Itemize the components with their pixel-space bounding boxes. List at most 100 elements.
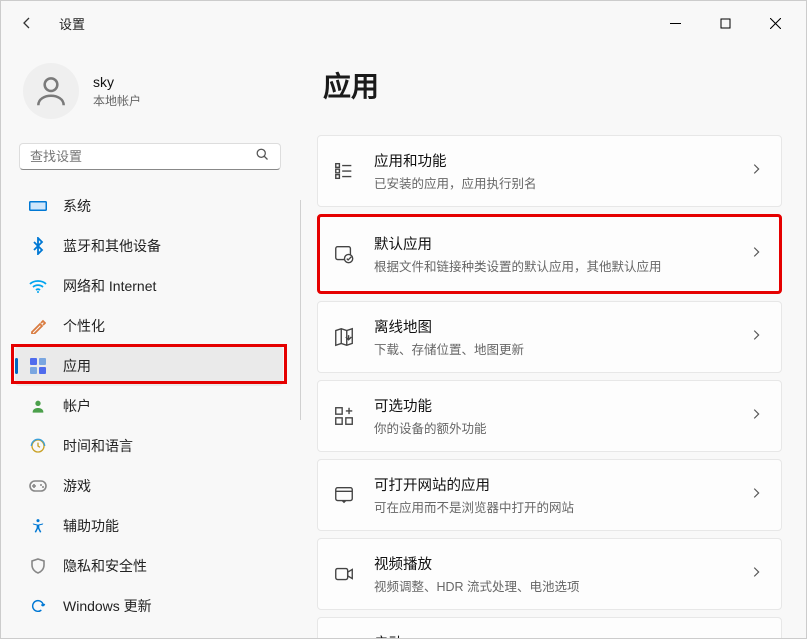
profile[interactable]: sky 本地帐户	[9, 57, 289, 133]
apps-features-icon	[332, 159, 356, 183]
sidebar-item-4[interactable]: 应用	[15, 346, 283, 386]
personalize-icon	[29, 317, 47, 335]
apps-icon	[29, 357, 47, 375]
card-text: 视频播放 视频调整、HDR 流式处理、电池选项	[374, 553, 731, 595]
sidebar-item-label: 辅助功能	[63, 516, 119, 536]
search-box[interactable]	[19, 143, 281, 170]
minimize-button[interactable]	[652, 8, 698, 38]
settings-card-0[interactable]: 应用和功能 已安装的应用，应用执行别名	[317, 135, 782, 207]
page-title: 应用	[323, 65, 782, 105]
sidebar-item-1[interactable]: 蓝牙和其他设备	[15, 226, 283, 266]
card-title: 可选功能	[374, 395, 731, 416]
sidebar-item-label: 帐户	[63, 396, 91, 416]
sidebar-item-7[interactable]: 游戏	[15, 466, 283, 506]
update-icon	[29, 597, 47, 615]
card-title: 离线地图	[374, 316, 731, 337]
sidebar-item-0[interactable]: 系统	[15, 186, 283, 226]
sidebar-item-label: 隐私和安全性	[63, 556, 147, 576]
settings-card-5[interactable]: 视频播放 视频调整、HDR 流式处理、电池选项	[317, 538, 782, 610]
chevron-right-icon	[749, 162, 763, 181]
card-title: 默认应用	[374, 233, 731, 254]
card-text: 可选功能 你的设备的额外功能	[374, 395, 731, 437]
video-icon	[332, 562, 356, 586]
bluetooth-icon	[29, 237, 47, 255]
close-icon	[770, 18, 781, 29]
settings-card-4[interactable]: 可打开网站的应用 可在应用而不是浏览器中打开的网站	[317, 459, 782, 531]
back-button[interactable]	[9, 5, 45, 41]
website-apps-icon	[332, 483, 356, 507]
divider	[300, 200, 301, 420]
card-text: 离线地图 下载、存储位置、地图更新	[374, 316, 731, 358]
sidebar-item-3[interactable]: 个性化	[15, 306, 283, 346]
sidebar-item-8[interactable]: 辅助功能	[15, 506, 283, 546]
search-input[interactable]	[30, 149, 255, 164]
card-title: 可打开网站的应用	[374, 474, 731, 495]
profile-subtitle: 本地帐户	[93, 92, 141, 109]
body-area: sky 本地帐户 系统蓝牙和其他设备网络和 Internet个性化应用帐户时间和…	[1, 45, 806, 638]
chevron-right-icon	[749, 328, 763, 347]
sidebar-item-label: 应用	[63, 356, 91, 376]
sidebar-item-6[interactable]: 时间和语言	[15, 426, 283, 466]
close-button[interactable]	[752, 8, 798, 38]
sidebar-item-label: 时间和语言	[63, 436, 133, 456]
maximize-button[interactable]	[702, 8, 748, 38]
sidebar-item-10[interactable]: Windows 更新	[15, 586, 283, 626]
privacy-icon	[29, 557, 47, 575]
card-text: 可打开网站的应用 可在应用而不是浏览器中打开的网站	[374, 474, 731, 516]
sidebar-item-label: 系统	[63, 196, 91, 216]
profile-text: sky 本地帐户	[93, 74, 141, 109]
person-icon	[32, 72, 70, 110]
card-title: 启动	[374, 632, 731, 638]
titlebar: 设置	[1, 1, 806, 45]
sidebar-item-9[interactable]: 隐私和安全性	[15, 546, 283, 586]
sidebar-item-label: Windows 更新	[63, 596, 152, 616]
profile-name: sky	[93, 74, 141, 90]
minimize-icon	[670, 18, 681, 29]
avatar	[23, 63, 79, 119]
time-icon	[29, 437, 47, 455]
settings-card-2[interactable]: 离线地图 下载、存储位置、地图更新	[317, 301, 782, 373]
gaming-icon	[29, 477, 47, 495]
sidebar-item-label: 网络和 Internet	[63, 276, 156, 296]
card-title: 视频播放	[374, 553, 731, 574]
chevron-right-icon	[749, 486, 763, 505]
nav: 系统蓝牙和其他设备网络和 Internet 个性化应用帐户时间和语言游戏辅助功能隐…	[9, 186, 289, 626]
card-subtitle: 视频调整、HDR 流式处理、电池选项	[374, 576, 731, 595]
settings-card-1[interactable]: 默认应用 根据文件和链接种类设置的默认应用，其他默认应用	[317, 214, 782, 294]
sidebar-item-2[interactable]: 网络和 Internet	[15, 266, 283, 306]
content: 应用 应用和功能 已安装的应用，应用执行别名 默认应用 根据文件和链接种类设置的…	[301, 45, 806, 638]
system-icon	[29, 197, 47, 215]
wifi-icon	[29, 277, 47, 295]
window-title: 设置	[59, 14, 85, 33]
cards: 应用和功能 已安装的应用，应用执行别名 默认应用 根据文件和链接种类设置的默认应…	[317, 135, 782, 638]
chevron-right-icon	[749, 565, 763, 584]
sidebar: sky 本地帐户 系统蓝牙和其他设备网络和 Internet 个性化应用帐户时间和…	[1, 45, 301, 638]
sidebar-item-5[interactable]: 帐户	[15, 386, 283, 426]
account-icon	[29, 397, 47, 415]
default-apps-icon	[332, 242, 356, 266]
card-subtitle: 根据文件和链接种类设置的默认应用，其他默认应用	[374, 256, 731, 275]
card-subtitle: 已安装的应用，应用执行别名	[374, 173, 731, 192]
optional-features-icon	[332, 404, 356, 428]
card-text: 默认应用 根据文件和链接种类设置的默认应用，其他默认应用	[374, 233, 731, 275]
card-text: 启动 登录时自动启动的应用程序	[374, 632, 731, 638]
window-controls	[652, 8, 798, 38]
card-subtitle: 你的设备的额外功能	[374, 418, 731, 437]
settings-card-3[interactable]: 可选功能 你的设备的额外功能	[317, 380, 782, 452]
sidebar-item-label: 游戏	[63, 476, 91, 496]
accessibility-icon	[29, 517, 47, 535]
sidebar-item-label: 个性化	[63, 316, 105, 336]
maps-icon	[332, 325, 356, 349]
settings-window: 设置 sky 本地帐户	[0, 0, 807, 639]
chevron-right-icon	[749, 245, 763, 264]
sidebar-item-label: 蓝牙和其他设备	[63, 236, 161, 256]
card-text: 应用和功能 已安装的应用，应用执行别名	[374, 150, 731, 192]
settings-card-6[interactable]: 启动 登录时自动启动的应用程序	[317, 617, 782, 638]
card-subtitle: 可在应用而不是浏览器中打开的网站	[374, 497, 731, 516]
arrow-left-icon	[19, 15, 35, 31]
maximize-icon	[720, 18, 731, 29]
search-icon	[255, 147, 270, 167]
card-subtitle: 下载、存储位置、地图更新	[374, 339, 731, 358]
card-title: 应用和功能	[374, 150, 731, 171]
chevron-right-icon	[749, 407, 763, 426]
